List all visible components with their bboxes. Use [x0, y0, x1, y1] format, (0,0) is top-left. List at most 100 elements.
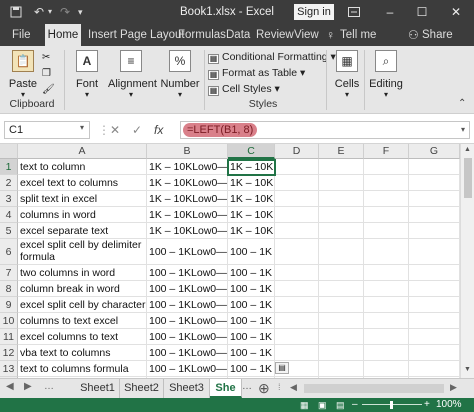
- sheet-overflow-icon[interactable]: …: [242, 381, 252, 392]
- normal-view-icon[interactable]: ▦: [300, 398, 309, 412]
- sign-in-button[interactable]: Sign in: [294, 4, 334, 20]
- close-button[interactable]: ✕: [442, 0, 470, 24]
- cell-g4[interactable]: [409, 207, 460, 223]
- row-header[interactable]: 10: [0, 313, 18, 329]
- scroll-up-icon[interactable]: ▲: [464, 146, 471, 153]
- row-header[interactable]: 9: [0, 297, 18, 313]
- cell-a9[interactable]: excel split cell by character: [18, 297, 147, 313]
- expand-formula-bar-icon[interactable]: ▾: [461, 122, 465, 138]
- cut-icon[interactable]: ✂: [42, 52, 50, 63]
- cell-d2[interactable]: [275, 175, 319, 191]
- cell-c2[interactable]: 1K – 10K: [228, 175, 275, 191]
- cell-g12[interactable]: [409, 345, 460, 361]
- conditional-formatting-button[interactable]: ▦ Conditional Formatting ▾: [208, 50, 336, 64]
- cell-c5[interactable]: 1K – 10K: [228, 223, 275, 239]
- cell-g3[interactable]: [409, 191, 460, 207]
- column-header-c[interactable]: C: [228, 144, 275, 159]
- column-header-d[interactable]: D: [275, 144, 319, 159]
- cell-c8[interactable]: 100 – 1K: [228, 281, 275, 297]
- row-header[interactable]: 7: [0, 265, 18, 281]
- cell-a13[interactable]: text to columns formula: [18, 361, 147, 377]
- cell-f2[interactable]: [364, 175, 409, 191]
- cell-g5[interactable]: [409, 223, 460, 239]
- cell-e5[interactable]: [319, 223, 364, 239]
- cell-e6[interactable]: [319, 239, 364, 265]
- tab-insert[interactable]: Insert: [88, 24, 117, 46]
- cell-a5[interactable]: excel separate text: [18, 223, 147, 239]
- cell-styles-button[interactable]: ▦ Cell Styles ▾: [208, 82, 280, 96]
- collapse-ribbon-icon[interactable]: ⌃: [458, 98, 466, 109]
- zoom-in-icon[interactable]: +: [424, 398, 430, 412]
- cell-a8[interactable]: column break in word: [18, 281, 147, 297]
- cell-g11[interactable]: [409, 329, 460, 345]
- cell-b5[interactable]: 1K – 10KLow0——: [147, 223, 228, 239]
- zoom-slider-thumb[interactable]: [390, 401, 393, 409]
- cell-f9[interactable]: [364, 297, 409, 313]
- cell-c7[interactable]: 100 – 1K: [228, 265, 275, 281]
- cell-g8[interactable]: [409, 281, 460, 297]
- cell-f7[interactable]: [364, 265, 409, 281]
- cell-f3[interactable]: [364, 191, 409, 207]
- cell-c3[interactable]: 1K – 10K: [228, 191, 275, 207]
- cell-c6[interactable]: 100 – 1K: [228, 239, 275, 265]
- row-header[interactable]: 12: [0, 345, 18, 361]
- column-header-g[interactable]: G: [409, 144, 460, 159]
- cell-e9[interactable]: [319, 297, 364, 313]
- cell-e2[interactable]: [319, 175, 364, 191]
- cell-e1[interactable]: [319, 159, 364, 175]
- cell-c9[interactable]: 100 – 1K: [228, 297, 275, 313]
- cell-a12[interactable]: vba text to columns: [18, 345, 147, 361]
- save-icon[interactable]: [10, 0, 22, 24]
- scrollbar-thumb[interactable]: [464, 158, 472, 198]
- cell-c10[interactable]: 100 – 1K: [228, 313, 275, 329]
- tab-formulas[interactable]: Formulas: [178, 24, 226, 46]
- cell-a10[interactable]: columns to text excel: [18, 313, 147, 329]
- cell-f11[interactable]: [364, 329, 409, 345]
- formula-input[interactable]: =LEFT(B1, 8) ▾: [180, 121, 470, 139]
- cell-f12[interactable]: [364, 345, 409, 361]
- cell-g9[interactable]: [409, 297, 460, 313]
- cell-b1[interactable]: 1K – 10KLow0——: [147, 159, 228, 175]
- cancel-icon[interactable]: ✕: [110, 121, 120, 139]
- cell-f6[interactable]: [364, 239, 409, 265]
- alignment-button[interactable]: ≡ Alignment ▾: [108, 50, 157, 99]
- cell-d11[interactable]: [275, 329, 319, 345]
- zoom-out-icon[interactable]: –: [352, 398, 358, 412]
- cell-a4[interactable]: columns in word: [18, 207, 147, 223]
- tab-file[interactable]: File: [12, 24, 31, 46]
- cell-d9[interactable]: [275, 297, 319, 313]
- cell-d5[interactable]: [275, 223, 319, 239]
- font-button[interactable]: A Font ▾: [70, 50, 104, 99]
- cell-a3[interactable]: split text in excel: [18, 191, 147, 207]
- cell-e3[interactable]: [319, 191, 364, 207]
- cell-f4[interactable]: [364, 207, 409, 223]
- cell-a2[interactable]: excel text to columns: [18, 175, 147, 191]
- chevron-down-icon[interactable]: ▾: [80, 123, 84, 132]
- undo-icon[interactable]: ↶: [34, 0, 44, 24]
- sheet-tab-sheet3[interactable]: Sheet3: [164, 379, 210, 398]
- cell-f13[interactable]: [364, 361, 409, 377]
- scroll-left-icon[interactable]: ◀: [290, 382, 297, 393]
- maximize-button[interactable]: ☐: [408, 0, 436, 24]
- cell-c4[interactable]: 1K – 10K: [228, 207, 275, 223]
- row-header[interactable]: 4: [0, 207, 18, 223]
- cell-e4[interactable]: [319, 207, 364, 223]
- cell-b7[interactable]: 100 – 1KLow0——: [147, 265, 228, 281]
- number-button[interactable]: % Number ▾: [160, 50, 200, 99]
- tab-page-layout[interactable]: Page Layout: [120, 24, 185, 46]
- row-header[interactable]: 3: [0, 191, 18, 207]
- split-handle-icon[interactable]: ⁞: [278, 382, 281, 392]
- cell-b8[interactable]: 100 – 1KLow0——: [147, 281, 228, 297]
- column-header-b[interactable]: B: [147, 144, 228, 159]
- cell-g2[interactable]: [409, 175, 460, 191]
- row-header[interactable]: 2: [0, 175, 18, 191]
- horizontal-scrollbar[interactable]: [304, 384, 444, 393]
- cell-g10[interactable]: [409, 313, 460, 329]
- quick-analysis-icon[interactable]: ▤: [275, 362, 289, 374]
- scroll-right-icon[interactable]: ▶: [24, 381, 32, 392]
- cell-c13[interactable]: 100 – 1K: [228, 361, 275, 377]
- scroll-down-icon[interactable]: ▼: [464, 366, 471, 373]
- tab-review[interactable]: Review: [256, 24, 294, 46]
- cell-d3[interactable]: [275, 191, 319, 207]
- format-as-table-button[interactable]: ▦ Format as Table ▾: [208, 66, 305, 80]
